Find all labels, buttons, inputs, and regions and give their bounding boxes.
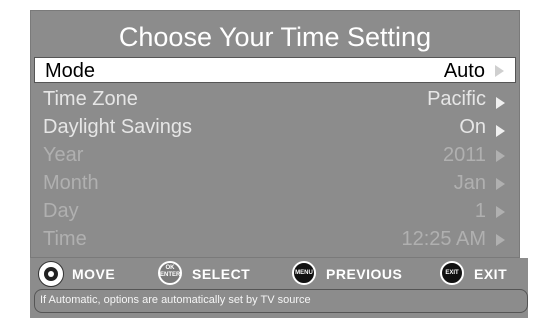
- row-label: Time: [43, 228, 87, 250]
- info-message-box: If Automatic, options are automatically …: [34, 289, 528, 313]
- time-setting-menu: Choose Your Time Setting Mode Auto Time …: [30, 10, 520, 258]
- row-value: 12:25 AM: [401, 228, 486, 250]
- arrow-right-icon: [496, 150, 505, 162]
- info-message: If Automatic, options are automatically …: [40, 294, 311, 306]
- arrow-right-icon: [496, 234, 505, 246]
- menu-row-time: Time 12:25 AM: [31, 225, 519, 253]
- previous-label: PREVIOUS: [326, 266, 403, 282]
- arrow-right-icon: [496, 125, 505, 137]
- menu-title: Choose Your Time Setting: [118, 22, 432, 52]
- row-label: Month: [43, 172, 99, 194]
- arrow-right-icon: [496, 97, 505, 109]
- menu-row-day: Day 1: [31, 197, 519, 225]
- arrow-right-icon: [496, 206, 505, 218]
- row-value: 1: [474, 200, 486, 222]
- row-label: Year: [43, 144, 84, 166]
- row-label: Day: [43, 200, 79, 222]
- menu-row-time-zone[interactable]: Time Zone Pacific: [31, 85, 519, 113]
- row-value: Pacific: [427, 88, 486, 110]
- ok-enter-icon: OK ENTER: [158, 261, 182, 285]
- exit-button-icon: EXIT: [440, 261, 464, 285]
- menu-row-mode[interactable]: Mode Auto: [34, 57, 516, 83]
- row-label: Time Zone: [43, 88, 138, 110]
- move-hint: MOVE: [38, 261, 128, 287]
- menu-row-daylight-savings[interactable]: Daylight Savings On: [31, 113, 519, 141]
- move-label: MOVE: [72, 266, 116, 282]
- menu-row-month: Month Jan: [31, 169, 519, 197]
- control-legend: MOVE OK ENTER SELECT MENU PREVIOUS EXIT …: [30, 258, 528, 288]
- row-label: Daylight Savings: [43, 116, 192, 138]
- menu-button-icon: MENU: [292, 261, 316, 285]
- row-value: On: [459, 116, 486, 138]
- select-hint: OK ENTER SELECT: [158, 261, 268, 287]
- select-label: SELECT: [192, 266, 251, 282]
- row-value: Jan: [453, 172, 486, 194]
- remote-control-hints: MOVE OK ENTER SELECT MENU PREVIOUS EXIT …: [30, 258, 528, 318]
- dpad-icon: [38, 261, 64, 287]
- previous-hint: MENU PREVIOUS: [292, 261, 422, 287]
- menu-rows: Mode Auto Time Zone Pacific Daylight Sav…: [31, 57, 519, 253]
- exit-hint: EXIT EXIT: [440, 261, 520, 287]
- row-label: Mode: [45, 60, 96, 82]
- arrow-right-icon: [496, 178, 505, 190]
- arrow-right-icon: [495, 65, 504, 77]
- exit-label: EXIT: [474, 266, 508, 282]
- row-value: 2011: [442, 144, 486, 166]
- menu-row-year: Year 2011: [31, 141, 519, 169]
- row-value: Auto: [443, 60, 485, 82]
